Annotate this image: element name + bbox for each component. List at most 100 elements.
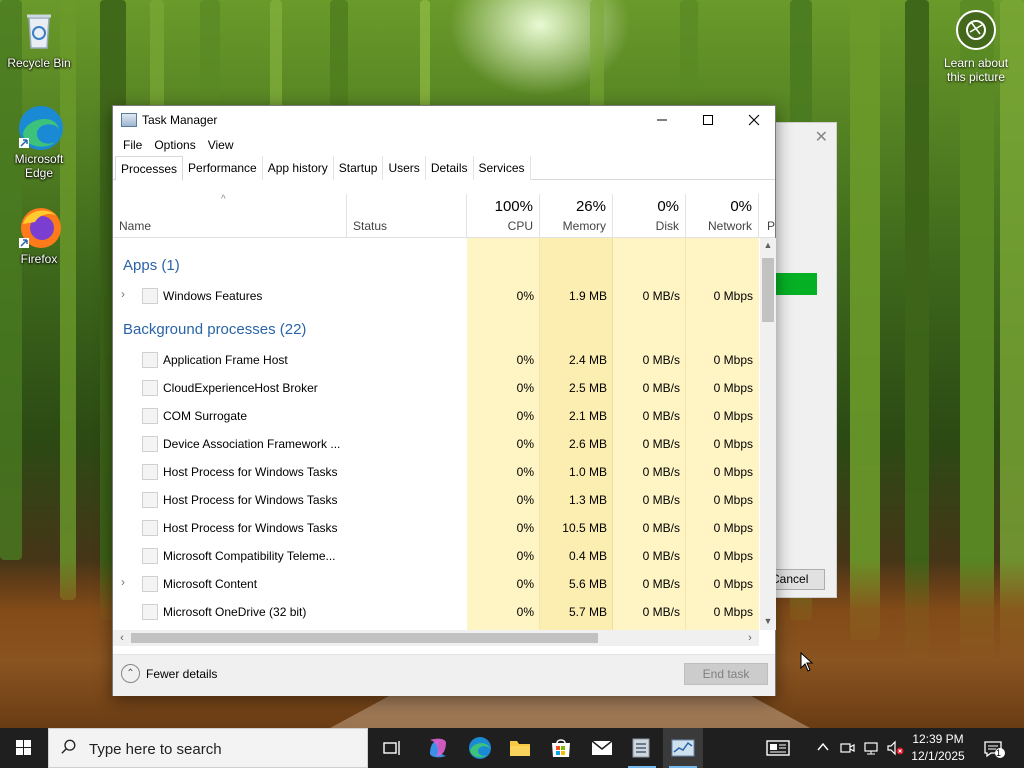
cancel-button[interactable]: Cancel: [771, 569, 825, 590]
disk-column-header[interactable]: 0% Disk: [613, 194, 686, 238]
recycle-bin-desktop-icon[interactable]: Recycle Bin: [1, 8, 77, 70]
process-name: Host Process for Windows Tasks: [163, 465, 338, 479]
process-cpu: 0%: [516, 549, 534, 563]
end-task-button[interactable]: End task: [684, 663, 768, 685]
process-network: 0 Mbps: [713, 577, 753, 591]
process-memory: 2.6 MB: [568, 437, 607, 451]
table-row[interactable]: COM Surrogate 0% 2.1 MB 0 MB/s 0 Mbps: [113, 402, 759, 430]
chevron-up-icon[interactable]: ⌃: [121, 664, 140, 683]
menu-options[interactable]: Options: [148, 138, 201, 152]
file-explorer-button[interactable]: [500, 728, 540, 768]
menu-file[interactable]: File: [117, 138, 148, 152]
memory-column-header[interactable]: 26% Memory: [540, 194, 613, 238]
tab-services[interactable]: Services: [473, 156, 531, 180]
horizontal-scrollbar[interactable]: ‹ ›: [113, 630, 759, 646]
apps-group-header[interactable]: Apps (1): [113, 246, 759, 282]
windows-logo-icon: [16, 740, 31, 755]
menu-view[interactable]: View: [202, 138, 240, 152]
firefox-label: Firefox: [20, 252, 58, 266]
copilot-button[interactable]: [418, 728, 458, 768]
group-title: Apps (1): [123, 257, 180, 274]
background-group-header[interactable]: Background processes (22): [113, 310, 759, 346]
close-button[interactable]: [731, 106, 777, 134]
process-name: COM Surrogate: [163, 409, 248, 423]
process-network: 0 Mbps: [713, 521, 753, 535]
search-box[interactable]: Type here to search: [48, 728, 368, 768]
taskbar: Type here to search 12:39 PM 12/1/2025 1: [0, 728, 1024, 768]
window-title: Task Manager: [142, 113, 218, 127]
table-row[interactable]: Host Process for Windows Tasks 0% 10.5 MB 0…: [113, 514, 759, 542]
scroll-left-icon[interactable]: ‹: [115, 630, 129, 646]
process-name: Microsoft OneDrive (32 bit): [163, 605, 307, 619]
news-widget-button[interactable]: [758, 728, 798, 768]
close-icon: [748, 114, 760, 126]
network-label: Network: [707, 219, 752, 233]
table-row[interactable]: Device Association Framework ... 0% 2.6 MB…: [113, 430, 759, 458]
firefox-icon: [17, 204, 61, 248]
task-manager-taskbar-button[interactable]: [663, 728, 703, 768]
table-row[interactable]: Microsoft OneDrive (32 bit) 0% 5.7 MB 0 MB/…: [113, 598, 759, 626]
maximize-button[interactable]: [685, 106, 731, 134]
table-row[interactable]: › Windows Features 0% 1.9 MB 0 MB/s 0 Mbps: [113, 282, 759, 310]
table-row[interactable]: Host Process for Windows Tasks 0% 1.3 MB 0 …: [113, 486, 759, 514]
tab-processes[interactable]: Processes: [115, 156, 184, 181]
process-list: Apps (1) › Windows Features 0% 1.9 MB 0 MB/s 0…: [113, 238, 759, 630]
start-button[interactable]: [0, 728, 48, 768]
disk-label: Disk: [655, 219, 679, 233]
task-manager-taskbar-icon: [671, 739, 695, 757]
store-button[interactable]: [541, 728, 581, 768]
expand-chevron-icon[interactable]: ›: [121, 575, 125, 589]
tab-performance[interactable]: Performance: [183, 156, 263, 180]
fewer-details-link[interactable]: Fewer details: [146, 667, 217, 681]
search-icon: [61, 739, 76, 754]
tab-app-history[interactable]: App history: [262, 156, 334, 180]
table-row[interactable]: › Microsoft Content 0% 5.6 MB 0 MB/s 0 Mbps: [113, 570, 759, 598]
recycle-bin-label: Recycle Bin: [7, 56, 71, 70]
tab-details[interactable]: Details: [425, 156, 474, 180]
process-cpu: 0%: [516, 493, 534, 507]
clock[interactable]: 12:39 PM 12/1/2025: [906, 731, 970, 765]
table-row[interactable]: Microsoft Compatibility Teleme... 0% 0.4 M…: [113, 542, 759, 570]
title-bar[interactable]: Task Manager: [113, 106, 775, 134]
process-icon: [142, 288, 158, 304]
table-row[interactable]: Application Frame Host 0% 2.4 MB 0 MB/s 0 Mb…: [113, 346, 759, 374]
task-manager-window: Task Manager File Options View Processes…: [112, 105, 776, 696]
process-icon: [142, 520, 158, 536]
task-view-button[interactable]: [372, 728, 412, 768]
edge-desktop-icon[interactable]: Microsoft Edge: [1, 104, 77, 180]
expand-chevron-icon[interactable]: ›: [121, 287, 125, 301]
scroll-up-icon[interactable]: ▲: [760, 240, 776, 254]
dialog-close-icon[interactable]: ✕: [815, 127, 828, 147]
notification-center-button[interactable]: 1: [983, 740, 1005, 758]
edge-taskbar-button[interactable]: [460, 728, 500, 768]
learn-about-picture[interactable]: Learn about this picture: [936, 10, 1016, 84]
horizontal-scroll-thumb[interactable]: [131, 633, 598, 643]
tab-startup[interactable]: Startup: [333, 156, 384, 180]
scroll-down-icon[interactable]: ▼: [760, 616, 776, 630]
power-column-header[interactable]: P: [759, 194, 775, 238]
cpu-column-header[interactable]: 100% CPU: [467, 194, 540, 238]
meet-icon[interactable]: [839, 740, 855, 756]
process-icon: [142, 436, 158, 452]
minimize-button[interactable]: [639, 106, 685, 134]
windows-features-taskbar-button[interactable]: [622, 728, 662, 768]
table-row[interactable]: CloudExperienceHost Broker 0% 2.5 MB 0 MB/s…: [113, 374, 759, 402]
search-placeholder: Type here to search: [89, 741, 222, 758]
tab-users[interactable]: Users: [383, 156, 426, 180]
name-column-label: Name: [119, 219, 152, 233]
process-icon: [142, 492, 158, 508]
vertical-scrollbar[interactable]: ▲ ▼: [760, 238, 776, 630]
scroll-right-icon[interactable]: ›: [743, 630, 757, 646]
show-hidden-icons-chevron-icon[interactable]: [815, 740, 831, 756]
volume-muted-icon[interactable]: [886, 740, 904, 756]
status-column-header[interactable]: Status: [347, 194, 467, 238]
edge-label: Microsoft Edge: [14, 152, 64, 180]
table-row[interactable]: Host Process for Windows Tasks 0% 1.0 MB 0 …: [113, 458, 759, 486]
process-cpu: 0%: [516, 381, 534, 395]
vertical-scroll-thumb[interactable]: [762, 258, 774, 322]
name-column-header[interactable]: ^ Name: [113, 194, 347, 238]
firefox-desktop-icon[interactable]: Firefox: [1, 204, 77, 266]
mail-button[interactable]: [582, 728, 622, 768]
network-icon[interactable]: [863, 740, 879, 756]
network-column-header[interactable]: 0% Network: [686, 194, 759, 238]
